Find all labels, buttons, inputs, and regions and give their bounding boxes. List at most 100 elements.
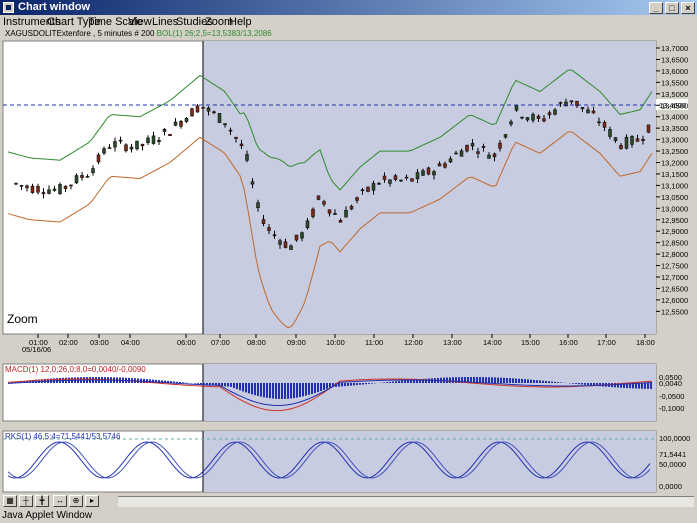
zoom-icon[interactable]: ⊕ xyxy=(69,495,83,507)
macd-histogram-bar xyxy=(362,383,364,385)
macd-histogram-bar xyxy=(365,383,367,385)
candle-body xyxy=(322,201,326,205)
candle-body xyxy=(415,172,420,180)
candle-body xyxy=(206,107,211,112)
macd-histogram-bar xyxy=(329,383,331,388)
macd-histogram-bar xyxy=(341,383,343,387)
macd-histogram-bar xyxy=(236,383,238,390)
candle-body xyxy=(190,108,194,117)
macd-histogram-bar xyxy=(230,383,232,387)
time-tick-label: 02:00 xyxy=(59,338,78,347)
macd-histogram-bar xyxy=(398,380,400,383)
candle-body xyxy=(344,210,348,218)
price-tick-label: 12,7500 xyxy=(661,262,688,271)
price-tick-label: 12,6500 xyxy=(661,284,688,293)
time-tick-label: 12:00 xyxy=(404,338,423,347)
macd-histogram-bar xyxy=(590,383,592,386)
macd-histogram-bar xyxy=(200,383,202,385)
time-tick-label: 03:00 xyxy=(90,338,109,347)
candle-body xyxy=(404,176,409,179)
candle-body xyxy=(509,121,513,125)
rks-axis: 100,0000 71,544150,0000 0,0000 xyxy=(659,434,690,491)
macd-histogram-bar xyxy=(251,383,253,395)
macd-histogram-bar xyxy=(320,383,322,391)
macd-histogram-bar xyxy=(233,383,235,388)
time-tick-label: 09:00 xyxy=(287,338,306,347)
macd-histogram-bar xyxy=(449,377,451,383)
candle-body xyxy=(305,220,310,228)
candle-body xyxy=(437,163,442,167)
macd-histogram-bar xyxy=(305,383,307,396)
candle-body xyxy=(47,189,51,194)
candle-body xyxy=(558,102,563,104)
time-tick-label: 15:00 xyxy=(521,338,540,347)
macd-histogram-bar xyxy=(524,379,526,383)
candle-body xyxy=(498,142,502,149)
price-tick-label: 12,8000 xyxy=(661,250,688,259)
candle-body xyxy=(113,141,117,148)
macd-histogram-bar xyxy=(521,378,523,383)
candle-body xyxy=(470,143,475,147)
macd-histogram-bar xyxy=(266,383,268,398)
time-tick-label: 08:00 xyxy=(247,338,266,347)
candle-body xyxy=(118,139,123,142)
zoom-region[interactable] xyxy=(203,41,656,334)
candle-body xyxy=(234,137,238,139)
candle-body xyxy=(102,148,106,154)
price-tick-label: 12,9500 xyxy=(661,216,688,225)
candle-body xyxy=(85,176,90,178)
candle-body xyxy=(30,185,35,193)
arrow-icon[interactable]: ▸ xyxy=(85,495,99,507)
candle-body xyxy=(41,192,46,195)
macd-histogram-bar xyxy=(197,383,199,384)
candle-body xyxy=(96,154,101,163)
crosshair-icon[interactable]: ╋ xyxy=(35,495,49,507)
candle-body xyxy=(443,163,447,168)
candle-body xyxy=(426,167,431,175)
candle-body xyxy=(542,118,546,122)
candle-body xyxy=(421,170,425,176)
price-tick-label: 13,1000 xyxy=(661,181,688,190)
time-tick-label: 13:00 xyxy=(443,338,462,347)
price-tick-label: 13,6000 xyxy=(661,67,688,76)
candle-body xyxy=(388,179,392,184)
price-tick-label: 12,6000 xyxy=(661,296,688,305)
chart-area[interactable]: 13,4600 13,700013,650013,600013,550013,5… xyxy=(0,0,697,523)
candle-body xyxy=(162,128,167,132)
date-label: 05/16/06 xyxy=(22,345,51,354)
macd-histogram-bar xyxy=(428,378,430,383)
candle-body xyxy=(212,111,216,113)
candle-body xyxy=(360,189,365,191)
cursor-icon[interactable]: ┼ xyxy=(19,495,33,507)
candle-body xyxy=(580,107,585,109)
candle-body xyxy=(399,179,403,182)
time-tick-label: 07:00 xyxy=(211,338,230,347)
macd-histogram-bar xyxy=(284,383,286,399)
candle-body xyxy=(613,137,618,142)
grid-icon[interactable]: ▦ xyxy=(3,495,17,507)
macd-histogram-bar xyxy=(500,377,502,383)
candle-body xyxy=(597,121,601,124)
macd-label: MACD(1) 12,0;26,0;8,0=0,0040/-0,0090 xyxy=(5,365,146,374)
price-tick-label: 13,2000 xyxy=(661,159,688,168)
candle-body xyxy=(179,121,183,127)
macd-histogram-bar xyxy=(554,381,556,383)
macd-histogram-bar xyxy=(347,383,349,386)
candle-body xyxy=(239,143,244,147)
macd-axis: 0,05000,0040-0,0500-0,1000 xyxy=(659,373,684,413)
macd-histogram-bar xyxy=(242,383,244,392)
price-tick-label: 13,4000 xyxy=(661,113,688,122)
macd-histogram-bar xyxy=(227,383,229,387)
rks-tick-label: 50,0000 xyxy=(659,460,686,469)
macd-histogram-bar xyxy=(203,383,205,385)
macd-histogram-bar xyxy=(299,383,301,398)
candle-body xyxy=(135,140,139,150)
price-tick-label: 13,3500 xyxy=(661,124,688,133)
price-tick-label: 12,7000 xyxy=(661,273,688,282)
macd-histogram-bar xyxy=(638,383,640,389)
candle-body xyxy=(223,123,227,126)
macd-histogram-bar xyxy=(248,383,250,394)
horizontal-scrollbar[interactable] xyxy=(118,496,694,507)
pan-icon[interactable]: ↔ xyxy=(53,495,67,507)
macd-histogram-bar xyxy=(314,383,316,394)
